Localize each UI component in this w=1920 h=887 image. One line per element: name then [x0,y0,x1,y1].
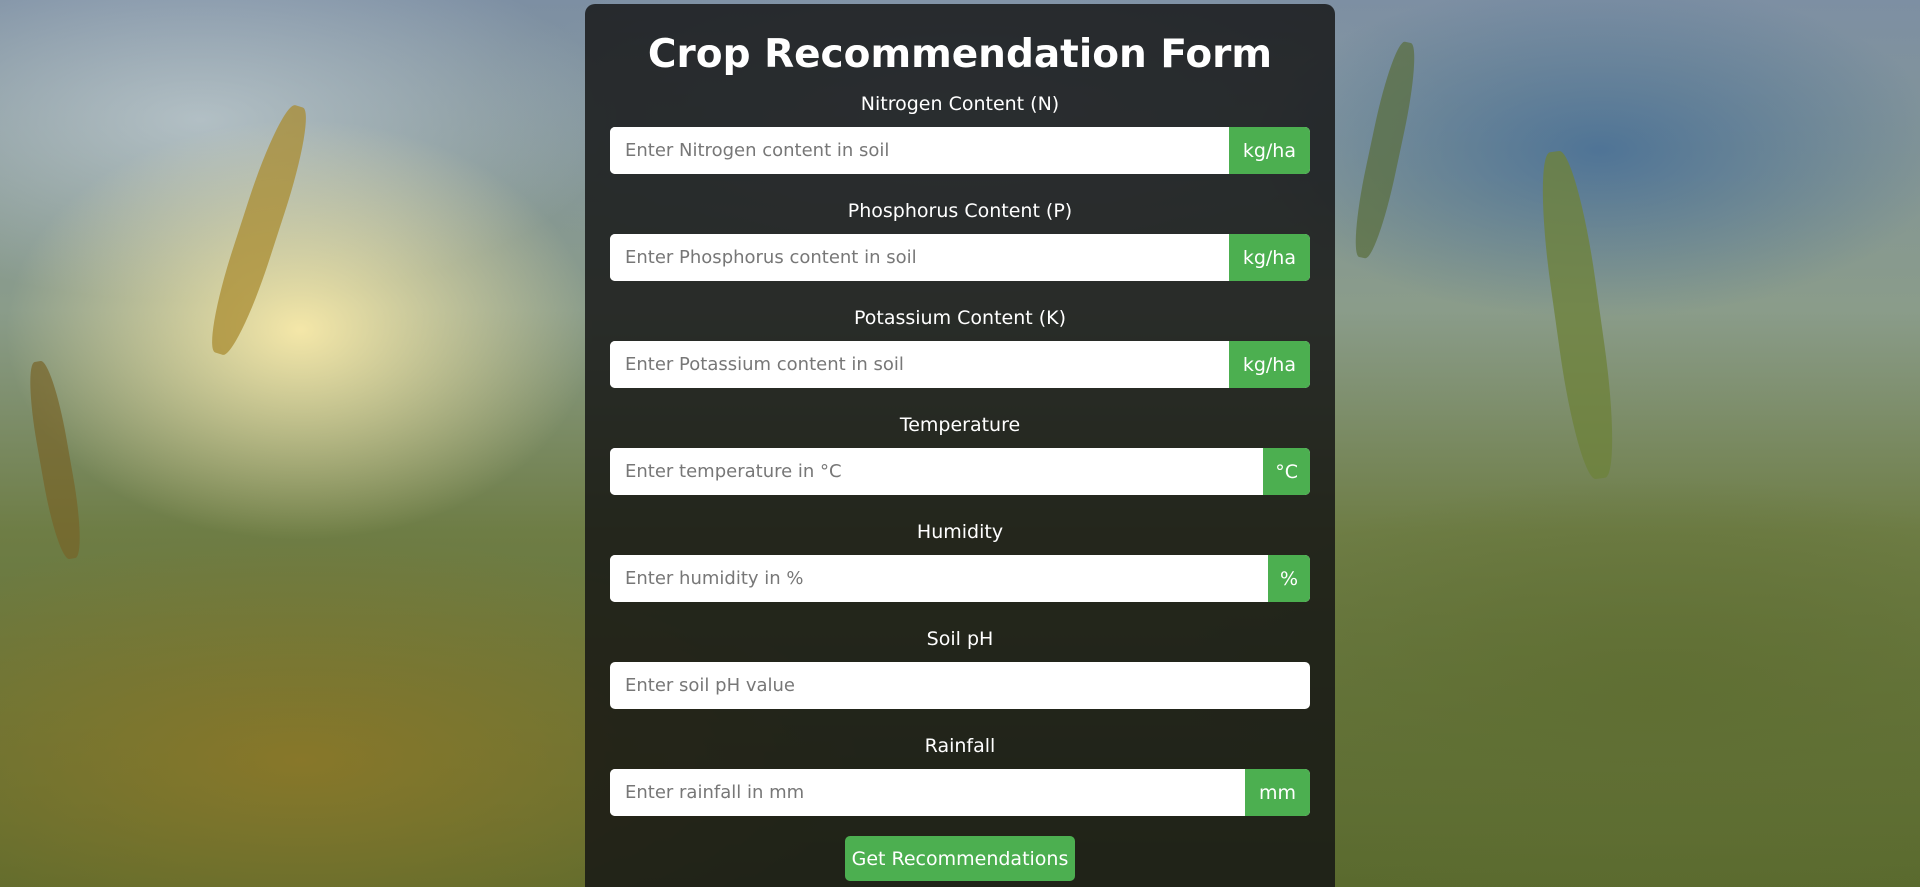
crop-form-card: Crop Recommendation Form Nitrogen Conten… [585,4,1335,887]
nitrogen-input[interactable] [610,127,1229,174]
temperature-input-group: °C [610,448,1310,495]
humidity-input-group: % [610,555,1310,602]
nitrogen-unit-badge: kg/ha [1228,127,1310,174]
humidity-unit-badge: % [1267,555,1310,602]
nitrogen-input-group: kg/ha [610,127,1310,174]
temperature-unit-badge: °C [1263,448,1310,495]
phosphorus-label: Phosphorus Content (P) [847,200,1073,222]
rainfall-unit-badge: mm [1244,769,1310,816]
nitrogen-label: Nitrogen Content (N) [860,93,1060,115]
soil-ph-input[interactable] [610,662,1310,709]
humidity-label: Humidity [916,521,1004,543]
phosphorus-input-group: kg/ha [610,234,1310,281]
potassium-unit-badge: kg/ha [1228,341,1310,388]
humidity-input[interactable] [610,555,1268,602]
soil-ph-label: Soil pH [926,628,994,650]
soil-ph-input-group [610,662,1310,709]
page-title: Crop Recommendation Form [647,32,1273,77]
wheat-stalk-right-2 [1347,39,1423,261]
temperature-input[interactable] [610,448,1264,495]
rainfall-label: Rainfall [924,735,996,757]
wheat-stalk-left-2 [22,358,88,562]
potassium-label: Potassium Content (K) [853,307,1067,329]
phosphorus-input[interactable] [610,234,1229,281]
rainfall-input-group: mm [610,769,1310,816]
wheat-stalk-left [200,100,318,360]
potassium-input-group: kg/ha [610,341,1310,388]
wheat-stalk-right [1532,148,1623,482]
rainfall-input[interactable] [610,769,1245,816]
get-recommendations-button[interactable]: Get Recommendations [845,836,1075,881]
temperature-label: Temperature [899,414,1021,436]
potassium-input[interactable] [610,341,1229,388]
phosphorus-unit-badge: kg/ha [1228,234,1310,281]
